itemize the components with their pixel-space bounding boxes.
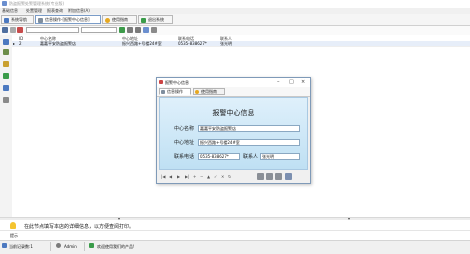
- info-icon: [89, 243, 94, 248]
- dialog-tab-info-label: 信息操作: [167, 89, 183, 94]
- tab-user-guide-label: 使用指南: [112, 17, 128, 22]
- help-icon: [105, 17, 110, 23]
- app-icon: [2, 1, 7, 6]
- tab-info-operation-label: 信息操作-[报警中心信息]: [45, 17, 90, 22]
- tab-navigation[interactable]: 系统导航: [1, 15, 34, 24]
- welcome-text: 欢迎使用我们的产品!: [97, 244, 135, 249]
- edit-record-button[interactable]: ▲: [207, 174, 210, 179]
- sidebar-records-icon[interactable]: [3, 49, 9, 55]
- dialog-navigator: |◀ ◀ ▶ ▶| + − ▲ ✓ ✕ ↻: [159, 172, 308, 182]
- center-info-dialog: 报警中心信息 – □ × 信息操作 使用指南 报警中心信息 中心名称 嘉嘉平安防…: [156, 77, 311, 184]
- phone-field[interactable]: 0535-838627*: [198, 153, 240, 160]
- center-address-field[interactable]: 振兴西路+号楼24#室: [198, 139, 300, 146]
- window-title: 防盗报警处警管理系统(专业版): [9, 1, 65, 6]
- hint-text: 在此节点填写本店的详细信息，以方便查阅打印。: [24, 224, 135, 230]
- main-toolbar: 系统导航 信息操作-[报警中心信息] 使用指南 退出系统: [0, 14, 470, 26]
- center-name-label: 中心名称: [174, 126, 195, 132]
- post-record-button[interactable]: ✓: [214, 174, 217, 179]
- dialog-title-bar: 报警中心信息 – □ ×: [157, 78, 310, 87]
- print-preview-icon[interactable]: [127, 27, 133, 33]
- export-icon[interactable]: [143, 27, 149, 33]
- last-record-button[interactable]: ▶|: [185, 174, 189, 179]
- phone-label: 联系电话: [174, 154, 195, 160]
- print-preview-icon[interactable]: [257, 173, 264, 180]
- filter-field-select[interactable]: [26, 27, 79, 33]
- exit-icon: [141, 17, 146, 23]
- delete-record-button[interactable]: −: [200, 174, 203, 179]
- document-icon: [161, 90, 165, 94]
- sidebar-report-icon[interactable]: [3, 61, 9, 67]
- current-user: Admin: [64, 244, 77, 249]
- dialog-app-icon: [159, 80, 163, 84]
- user-icon: [56, 243, 61, 248]
- next-record-button[interactable]: ▶: [177, 174, 180, 179]
- form-heading: 报警中心信息: [212, 109, 255, 117]
- go-icon[interactable]: [119, 27, 125, 33]
- dropdown-arrow-icon[interactable]: [10, 27, 16, 33]
- dialog-form: 报警中心信息 中心名称 嘉嘉平安防盗报警店 中心地址 振兴西路+号楼24#室 联…: [159, 97, 308, 170]
- dialog-title: 报警中心信息: [165, 80, 189, 85]
- sidebar-map-icon[interactable]: [3, 73, 9, 79]
- delete-icon[interactable]: [17, 27, 23, 33]
- refresh-record-button[interactable]: ↻: [228, 174, 231, 179]
- settings-icon[interactable]: [151, 27, 157, 33]
- prev-record-button[interactable]: ◀: [169, 174, 172, 179]
- edit-icon[interactable]: [2, 27, 8, 33]
- first-record-button[interactable]: |◀: [161, 174, 165, 179]
- contact-field[interactable]: 张光明: [260, 153, 300, 160]
- status-separator: [84, 242, 85, 251]
- record-count: 当前记录数:1: [9, 244, 33, 249]
- navigation-icon: [4, 17, 9, 23]
- status-separator: [50, 242, 51, 251]
- contact-label: 联系人: [243, 154, 259, 160]
- export-icon[interactable]: [275, 173, 282, 180]
- sidebar-user-icon[interactable]: [3, 85, 9, 91]
- title-bar: 防盗报警处警管理系统(专业版): [0, 0, 470, 8]
- document-icon: [38, 17, 43, 23]
- tab-navigation-label: 系统导航: [11, 17, 27, 22]
- add-record-button[interactable]: +: [193, 174, 196, 179]
- tab-info-operation[interactable]: 信息操作-[报警中心信息]: [35, 15, 101, 24]
- tab-exit-label: 退出系统: [148, 17, 164, 22]
- lightbulb-icon: [10, 222, 16, 229]
- print-icon[interactable]: [266, 173, 273, 180]
- dialog-tab-info-operation[interactable]: 信息操作: [159, 88, 191, 95]
- print-icon[interactable]: [135, 27, 141, 33]
- row-divider: [12, 46, 470, 47]
- record-icon: [2, 243, 7, 248]
- maximize-button[interactable]: □: [289, 79, 294, 85]
- sidebar-home-icon[interactable]: [3, 39, 9, 45]
- help-icon: [195, 90, 199, 94]
- tip-label: 提示: [10, 233, 18, 238]
- cancel-record-button[interactable]: ✕: [221, 174, 224, 179]
- dialog-tab-guide-label: 使用指南: [201, 89, 217, 94]
- dialog-tab-strip: 信息操作 使用指南: [157, 87, 310, 97]
- tab-user-guide[interactable]: 使用指南: [102, 15, 137, 24]
- minimize-button[interactable]: –: [277, 79, 280, 85]
- center-address-label: 中心地址: [174, 140, 195, 146]
- sidebar-settings-icon[interactable]: [3, 97, 9, 103]
- close-button[interactable]: ×: [301, 79, 305, 85]
- exit-dialog-icon[interactable]: [285, 173, 292, 180]
- filter-value-input[interactable]: [81, 27, 117, 33]
- tab-exit[interactable]: 退出系统: [138, 15, 173, 24]
- dialog-tab-user-guide[interactable]: 使用指南: [193, 88, 225, 95]
- center-name-field[interactable]: 嘉嘉平安防盗报警店: [198, 125, 300, 132]
